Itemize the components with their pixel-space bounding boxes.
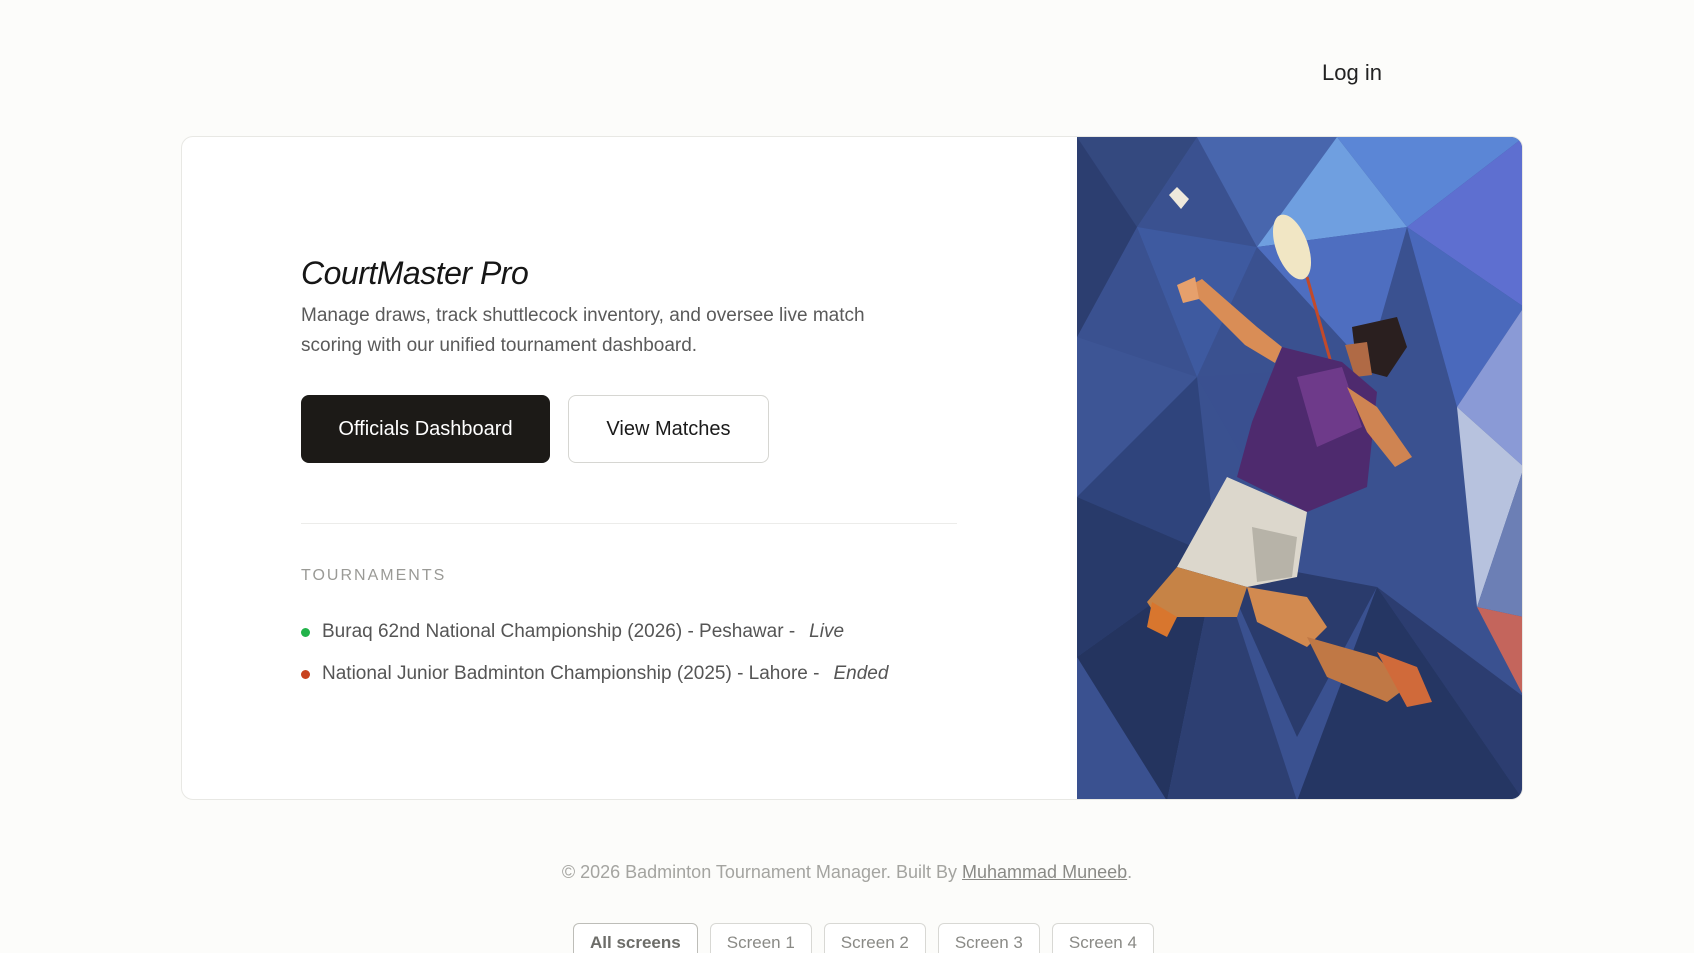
tournament-status: Live: [809, 621, 845, 642]
tournament-name: National Junior Badminton Championship (…: [322, 663, 820, 684]
screen-tab-all[interactable]: All screens: [573, 923, 698, 953]
hero-content: CourtMaster Pro Manage draws, track shut…: [182, 137, 1077, 799]
login-link[interactable]: Log in: [1322, 60, 1382, 86]
screen-tab-2[interactable]: Screen 2: [823, 923, 926, 953]
footer: © 2026 Badminton Tournament Manager. Bui…: [0, 862, 1694, 883]
screen-switcher: All screens Screen 1 Screen 2 Screen 3 S…: [573, 923, 1154, 953]
hero-image: [1077, 137, 1522, 799]
tournaments-heading: TOURNAMENTS: [301, 567, 447, 584]
tournament-name: Buraq 62nd National Championship (2026) …: [322, 621, 796, 642]
screen-tab-4[interactable]: Screen 4: [1051, 923, 1154, 953]
app-subtitle: Manage draws, track shuttlecock inventor…: [301, 305, 865, 356]
screen-tab-3[interactable]: Screen 3: [937, 923, 1040, 953]
view-matches-button[interactable]: View Matches: [568, 395, 769, 463]
tournament-list: Buraq 62nd National Championship (2026) …: [301, 611, 888, 695]
status-ended-icon: [301, 669, 310, 679]
author-link[interactable]: Muhammad Muneeb: [962, 862, 1127, 882]
officials-dashboard-button[interactable]: Officials Dashboard: [301, 395, 550, 463]
tournament-item[interactable]: National Junior Badminton Championship (…: [301, 653, 888, 695]
screen-tab-1[interactable]: Screen 1: [709, 923, 812, 953]
badminton-player-illustration-icon: [1077, 137, 1522, 799]
app-title: CourtMaster Pro: [301, 255, 529, 291]
landing-page: Log in CourtMaster Pro Manage draws, tra…: [0, 0, 1694, 953]
hero-card: CourtMaster Pro Manage draws, track shut…: [181, 136, 1523, 800]
tournament-status: Ended: [833, 663, 889, 684]
footer-text: © 2026 Badminton Tournament Manager. Bui…: [561, 862, 958, 882]
tournament-item[interactable]: Buraq 62nd National Championship (2026) …: [301, 611, 888, 653]
divider: [301, 523, 957, 524]
status-live-icon: [301, 627, 310, 637]
footer-period: .: [1127, 862, 1133, 882]
